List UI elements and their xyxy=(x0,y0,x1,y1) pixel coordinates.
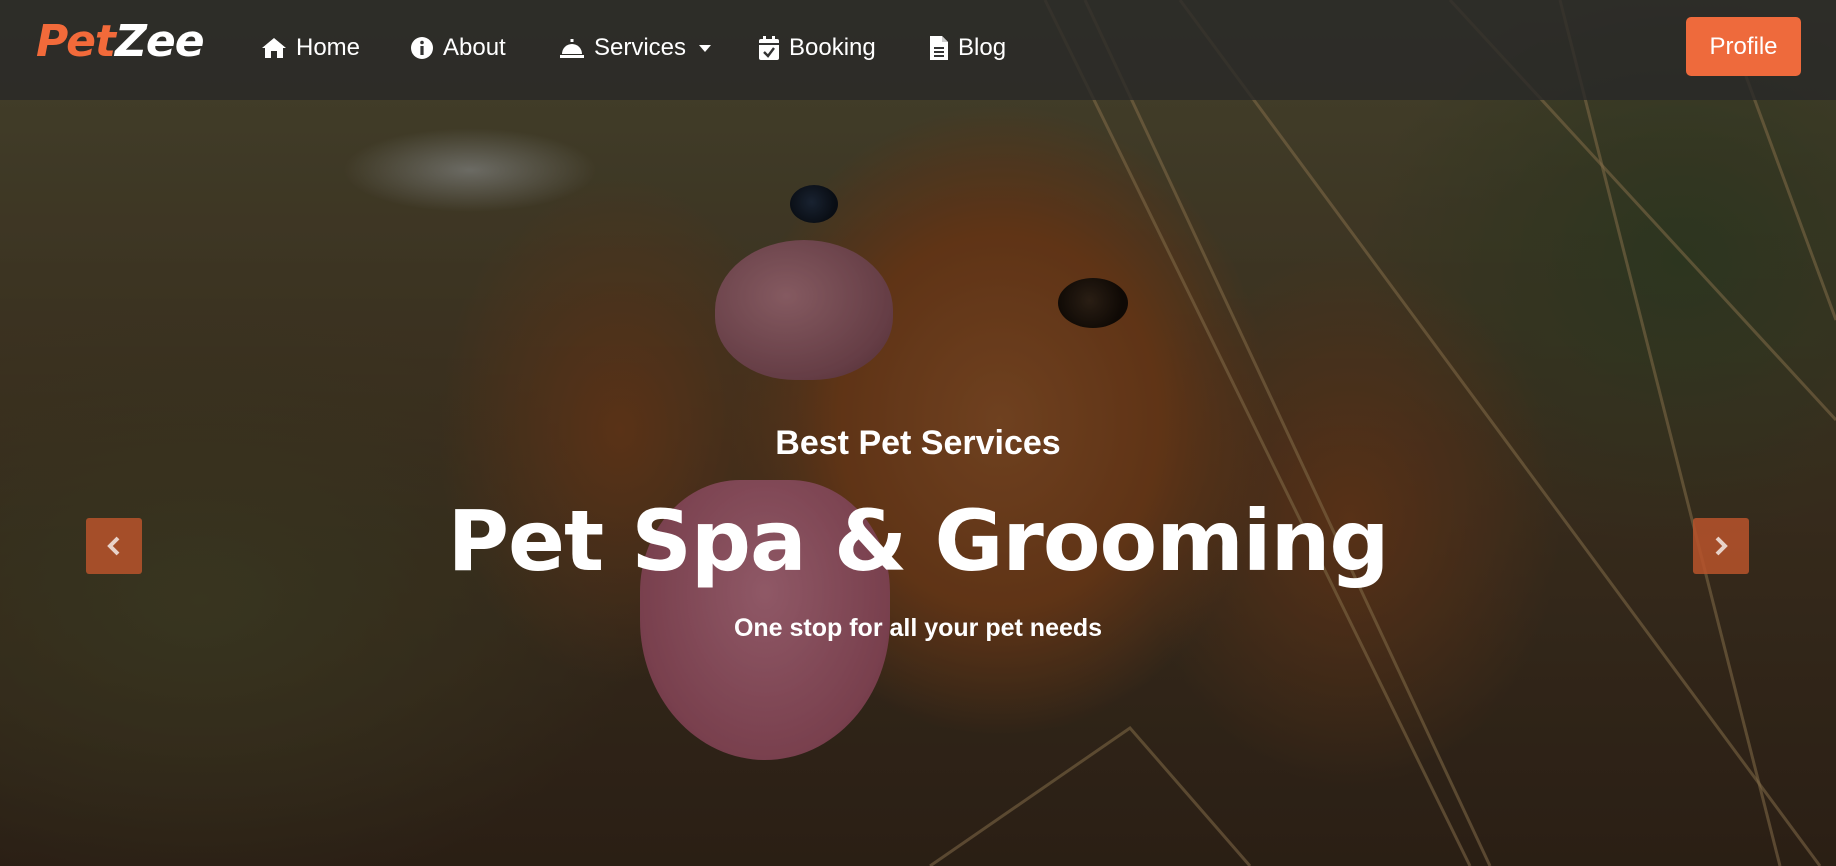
chevron-left-icon xyxy=(107,536,120,556)
nav-booking-label: Booking xyxy=(789,34,876,61)
nav-booking[interactable]: Booking xyxy=(758,30,876,66)
chevron-right-icon xyxy=(1715,536,1728,556)
brand-logo[interactable]: PetZee xyxy=(36,16,205,67)
bell-service-icon xyxy=(560,39,584,58)
brand-part-zee: Zee xyxy=(114,16,205,67)
nav-about-label: About xyxy=(443,34,506,61)
profile-button[interactable]: Profile xyxy=(1686,17,1801,76)
hero-subtitle: One stop for all your pet needs xyxy=(733,614,1103,642)
chevron-down-icon xyxy=(699,44,712,52)
info-icon xyxy=(411,37,433,59)
brand-part-pet: Pet xyxy=(36,16,116,67)
home-icon xyxy=(262,38,286,58)
nav-home-label: Home xyxy=(296,34,361,61)
hero-kicker: Best Pet Services xyxy=(775,424,1061,462)
nav-blog[interactable]: Blog xyxy=(929,30,1006,66)
carousel-next-button[interactable] xyxy=(1693,518,1749,574)
nav-blog-label: Blog xyxy=(958,34,1007,61)
hero-title: Pet Spa & Grooming xyxy=(447,492,1389,590)
carousel-prev-button[interactable] xyxy=(86,518,142,574)
nav-home[interactable]: Home xyxy=(261,30,360,66)
nav-services[interactable]: Services xyxy=(559,30,712,66)
document-icon xyxy=(930,36,948,60)
calendar-check-icon xyxy=(759,36,779,60)
navbar: PetZee Home About Services Booking Blog … xyxy=(0,0,1836,100)
nav-about[interactable]: About xyxy=(410,30,506,66)
nav-services-label: Services xyxy=(594,34,687,61)
